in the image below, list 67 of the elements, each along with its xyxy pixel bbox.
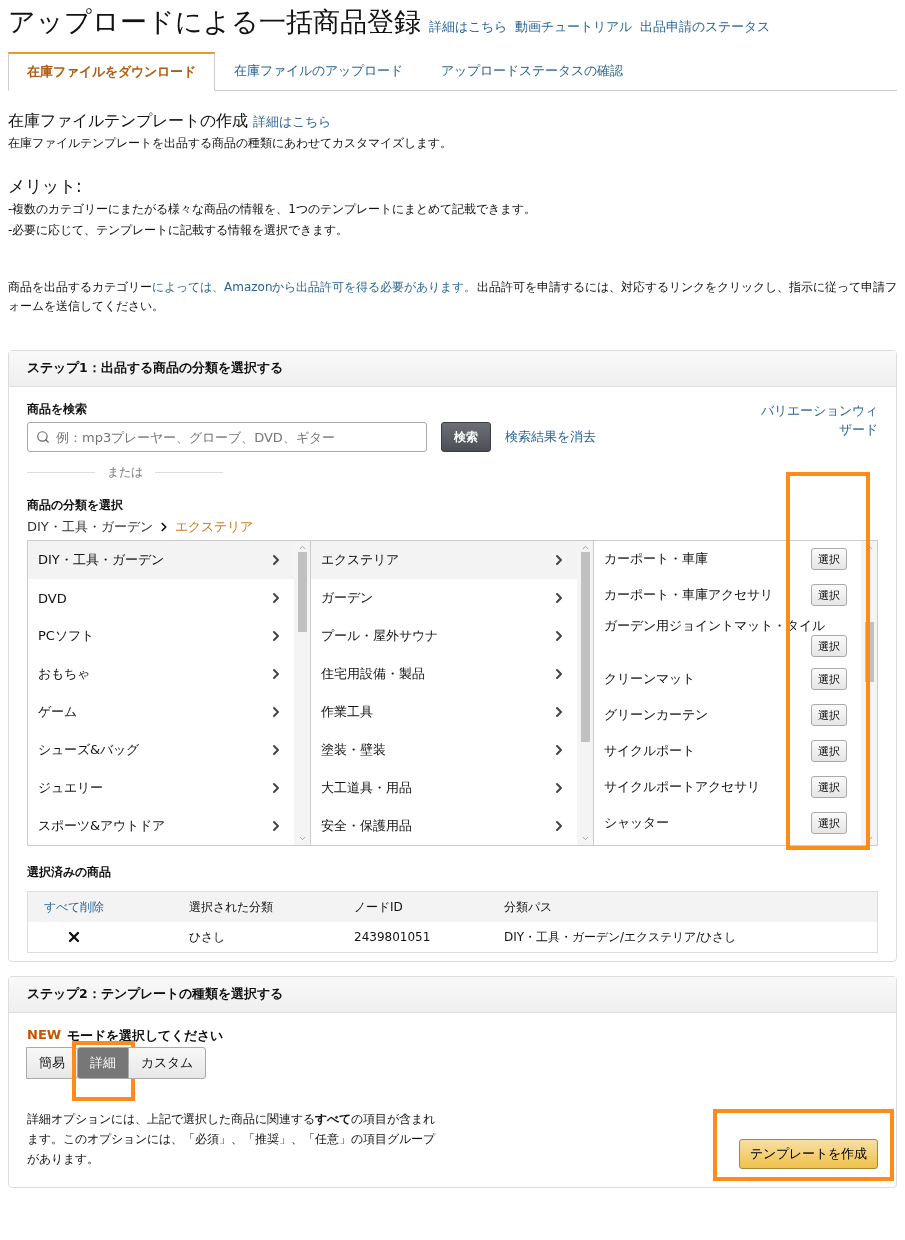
breadcrumb-item[interactable]: DIY・工具・ガーデン (27, 518, 153, 536)
remove-icon[interactable] (66, 929, 82, 945)
delete-all-link[interactable]: すべて削除 (44, 898, 189, 916)
scroll-down-icon[interactable] (297, 834, 307, 843)
mode-button[interactable]: 詳細 (77, 1047, 129, 1079)
tab[interactable]: 在庫ファイルのアップロード (215, 52, 422, 90)
select-button[interactable]: 選択 (811, 584, 847, 606)
select-button[interactable]: 選択 (811, 635, 847, 657)
selected-label: 選択済みの商品 (27, 864, 112, 881)
scroll-up-icon[interactable] (580, 543, 590, 552)
merit-title: メリット: (8, 175, 83, 198)
panel-header: ステップ2：テンプレートの種類を選択する (9, 977, 896, 1013)
category-item[interactable]: エクステリア (311, 541, 577, 579)
variation-wizard-link[interactable]: バリエーションウィザード (754, 401, 878, 439)
column-header: 選択された分類 (189, 898, 274, 916)
select-button[interactable]: 選択 (811, 668, 847, 690)
category-item: クリーンマット (604, 670, 695, 688)
mode-button[interactable]: カスタム (128, 1047, 206, 1079)
search-button[interactable]: 検索 (441, 422, 491, 452)
column-header: ノードID (354, 898, 404, 916)
scroll-down-icon[interactable] (580, 834, 590, 843)
merit-text: -複数のカテゴリーにまたがる様々な商品の情報を、1つのテンプレートにまとめて記載できます。 (8, 201, 537, 218)
category-item: サイクルポート (604, 742, 695, 760)
scrollbar-thumb[interactable] (580, 552, 590, 742)
new-label: NEW (27, 1027, 62, 1044)
table-cell-text: ひさし (189, 928, 226, 946)
create-template-button[interactable]: テンプレートを作成 (739, 1139, 878, 1169)
section-title: 在庫ファイルテンプレートの作成 (8, 111, 248, 130)
details-link[interactable]: 詳細はこちら (253, 114, 332, 129)
search-label: 商品を検索 (27, 401, 88, 418)
notice-link[interactable]: によっては、Amazonから出品許可を得る必要があります。 (152, 280, 477, 294)
browse-label: 商品の分類を選択 (27, 497, 124, 514)
search-field[interactable]: 例：mp3プレーヤー、グローブ、DVD、ギター (27, 422, 427, 452)
tab[interactable]: アップロードステータスの確認 (422, 52, 642, 90)
column-header: 分類パス (504, 898, 553, 916)
or-text: または (107, 464, 143, 481)
clear-results-link[interactable]: 検索結果を消去 (505, 428, 596, 446)
category-item: サイクルポートアクセサリ (604, 778, 760, 796)
panel-header: ステップ1：出品する商品の分類を選択する (9, 351, 896, 387)
scroll-up-icon[interactable] (297, 543, 307, 552)
description-text: 詳細オプションには、上記で選択した商品に関連するすべての項目が含まれます。このオプションには、「必須」、「推奨」、「任意」の項目グループがあります。 (27, 1111, 437, 1168)
category-item: シャッター (604, 814, 669, 832)
tab[interactable]: 在庫ファイルをダウンロード (8, 52, 215, 91)
scrollbar-thumb[interactable] (297, 552, 307, 632)
select-button[interactable]: 選択 (811, 776, 847, 798)
search-icon (36, 430, 50, 444)
breadcrumb-item[interactable]: エクステリア (174, 518, 253, 536)
category-item: グリーンカーテン (604, 706, 708, 724)
select-button[interactable]: 選択 (811, 548, 847, 570)
description-text: 在庫ファイルテンプレートを出品する商品の種類にあわせてカスタマイズします。 (8, 135, 453, 152)
mode-button[interactable]: 簡易 (26, 1047, 78, 1079)
select-button[interactable]: 選択 (811, 812, 847, 834)
merit-text: -必要に応じて、テンプレートに記載する情報を選択できます。 (8, 222, 350, 239)
category-item[interactable]: DIY・工具・ガーデン (28, 541, 294, 579)
select-button[interactable]: 選択 (811, 740, 847, 762)
header-link[interactable]: 出品申請のステータス (640, 18, 770, 36)
scrollbar[interactable] (577, 541, 593, 845)
page-title: アップロードによる一括商品登録 (8, 5, 421, 39)
header-link[interactable]: 動画チュートリアル (515, 18, 632, 36)
category-item: カーポート・車庫 (604, 550, 708, 568)
category-item: カーポート・車庫アクセサリ (604, 586, 773, 604)
table-cell-text: 2439801051 (354, 930, 432, 944)
header-link[interactable]: 詳細はこちら (429, 18, 507, 36)
select-button[interactable]: 選択 (811, 704, 847, 726)
notice-text: 商品を出品するカテゴリーによっては、Amazonから出品許可を得る必要があります。出品許可を申請するには、対応するリンクをクリックし、指示に従って申請フォームを送信してください。 (8, 279, 897, 315)
table-cell-text: DIY・工具・ガーデン/エクステリア/ひさし (504, 928, 738, 946)
scrollbar[interactable] (294, 541, 310, 845)
